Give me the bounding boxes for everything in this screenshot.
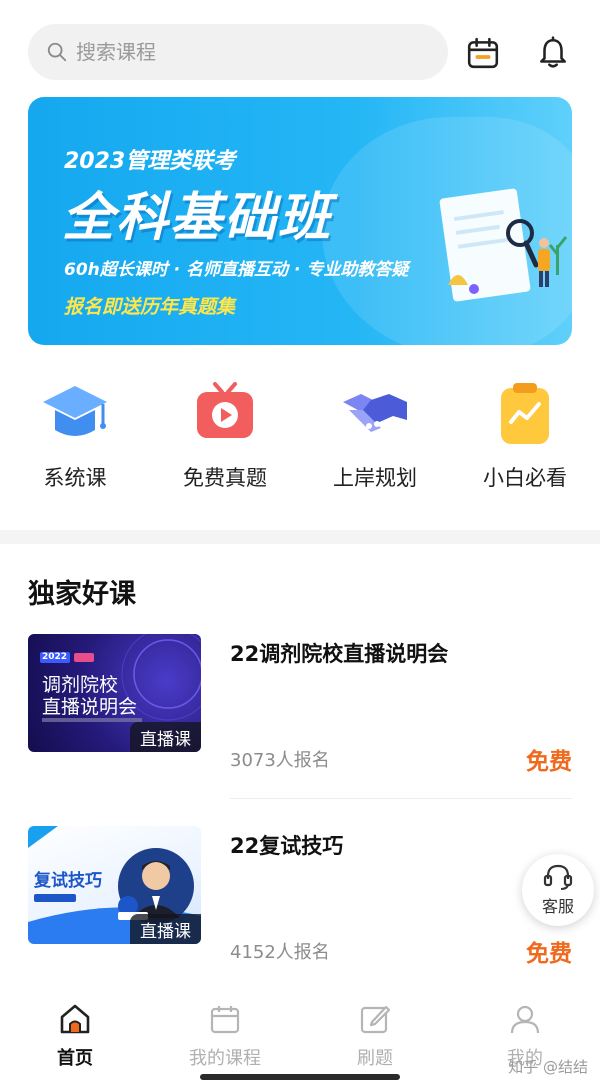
graduation-cap-icon: [41, 380, 109, 448]
course-calendar-icon: [210, 1006, 240, 1034]
section-divider: [0, 530, 600, 544]
course-separator: [230, 798, 572, 799]
quick-item-label: 免费真题: [183, 466, 267, 490]
course-thumbnail: 2022 调剂院校 直播说明会 直播课: [28, 634, 201, 752]
user-icon: [510, 1005, 540, 1034]
course-enrolled: 4152人报名: [230, 942, 330, 963]
course-title: 22调剂院校直播说明会: [230, 642, 449, 666]
quick-item-admission-plan[interactable]: 上岸规划: [300, 380, 450, 492]
course-price: 免费: [526, 749, 572, 775]
course-card[interactable]: 复试技巧 直播课 22复试技巧 4152人报名 免费: [28, 826, 572, 986]
nav-label: 刷题: [357, 1048, 393, 1069]
service-label: 客服: [541, 897, 574, 916]
edit-icon: [360, 1005, 391, 1034]
course-card[interactable]: 2022 调剂院校 直播说明会 直播课 22调剂院校直播说明会 3073人报名 …: [28, 634, 572, 799]
course-enrolled: 3073人报名: [230, 750, 330, 771]
quick-item-system-course[interactable]: 系统课: [0, 380, 150, 492]
banner-year-line: 2023管理类联考: [64, 149, 236, 174]
thumb-year: 2022: [42, 652, 68, 662]
calendar-icon: [467, 37, 499, 69]
calendar-button[interactable]: [464, 34, 502, 72]
notification-button[interactable]: [534, 34, 572, 72]
search-icon: [47, 42, 67, 62]
clipboard-chart-icon: [491, 380, 559, 448]
course-title: 22复试技巧: [230, 834, 344, 858]
customer-service-button[interactable]: 客服: [522, 854, 594, 926]
section-title: 独家好课: [28, 579, 136, 610]
course-price: 免费: [526, 941, 572, 967]
quick-item-label: 小白必看: [483, 466, 567, 490]
promo-banner[interactable]: 2023管理类联考 全科基础班 60h超长课时 · 名师直播互动 · 专业助教答…: [28, 97, 572, 345]
thumb-line1: 复试技巧: [34, 871, 102, 891]
bell-icon: [540, 36, 566, 68]
quick-item-label: 系统课: [43, 466, 107, 490]
nav-home[interactable]: 首页: [0, 994, 150, 1092]
thumb-line2: 直播说明会: [42, 696, 138, 718]
quick-item-label: 上岸规划: [333, 466, 417, 490]
quick-item-free-exams[interactable]: 免费真题: [150, 380, 300, 492]
watermark: 知乎 @结结: [508, 1058, 588, 1076]
headset-icon: [543, 864, 573, 890]
banner-illustration: [439, 188, 568, 302]
course-thumbnail: 复试技巧 直播课: [28, 826, 201, 944]
nav-label: 首页: [57, 1048, 93, 1069]
course-tag: 直播课: [130, 722, 201, 752]
home-icon: [60, 1004, 90, 1034]
banner-promo: 报名即送历年真题集: [64, 296, 236, 318]
tv-play-icon: [191, 380, 259, 448]
handshake-icon: [341, 380, 409, 448]
course-tag: 直播课: [130, 914, 201, 944]
nav-profile[interactable]: 我的: [450, 994, 600, 1092]
search-bar[interactable]: [28, 24, 448, 80]
home-indicator[interactable]: [200, 1074, 400, 1080]
nav-label: 我的课程: [189, 1048, 261, 1069]
search-input[interactable]: [76, 40, 396, 64]
banner-title: 全科基础班: [62, 188, 333, 248]
top-bar: [28, 24, 572, 80]
quick-menu: 系统课 免费真题 上岸规划 小白必看: [0, 380, 600, 492]
quick-item-beginner-guide[interactable]: 小白必看: [450, 380, 600, 492]
banner-subtitle: 60h超长课时 · 名师直播互动 · 专业助教答疑: [64, 260, 409, 280]
